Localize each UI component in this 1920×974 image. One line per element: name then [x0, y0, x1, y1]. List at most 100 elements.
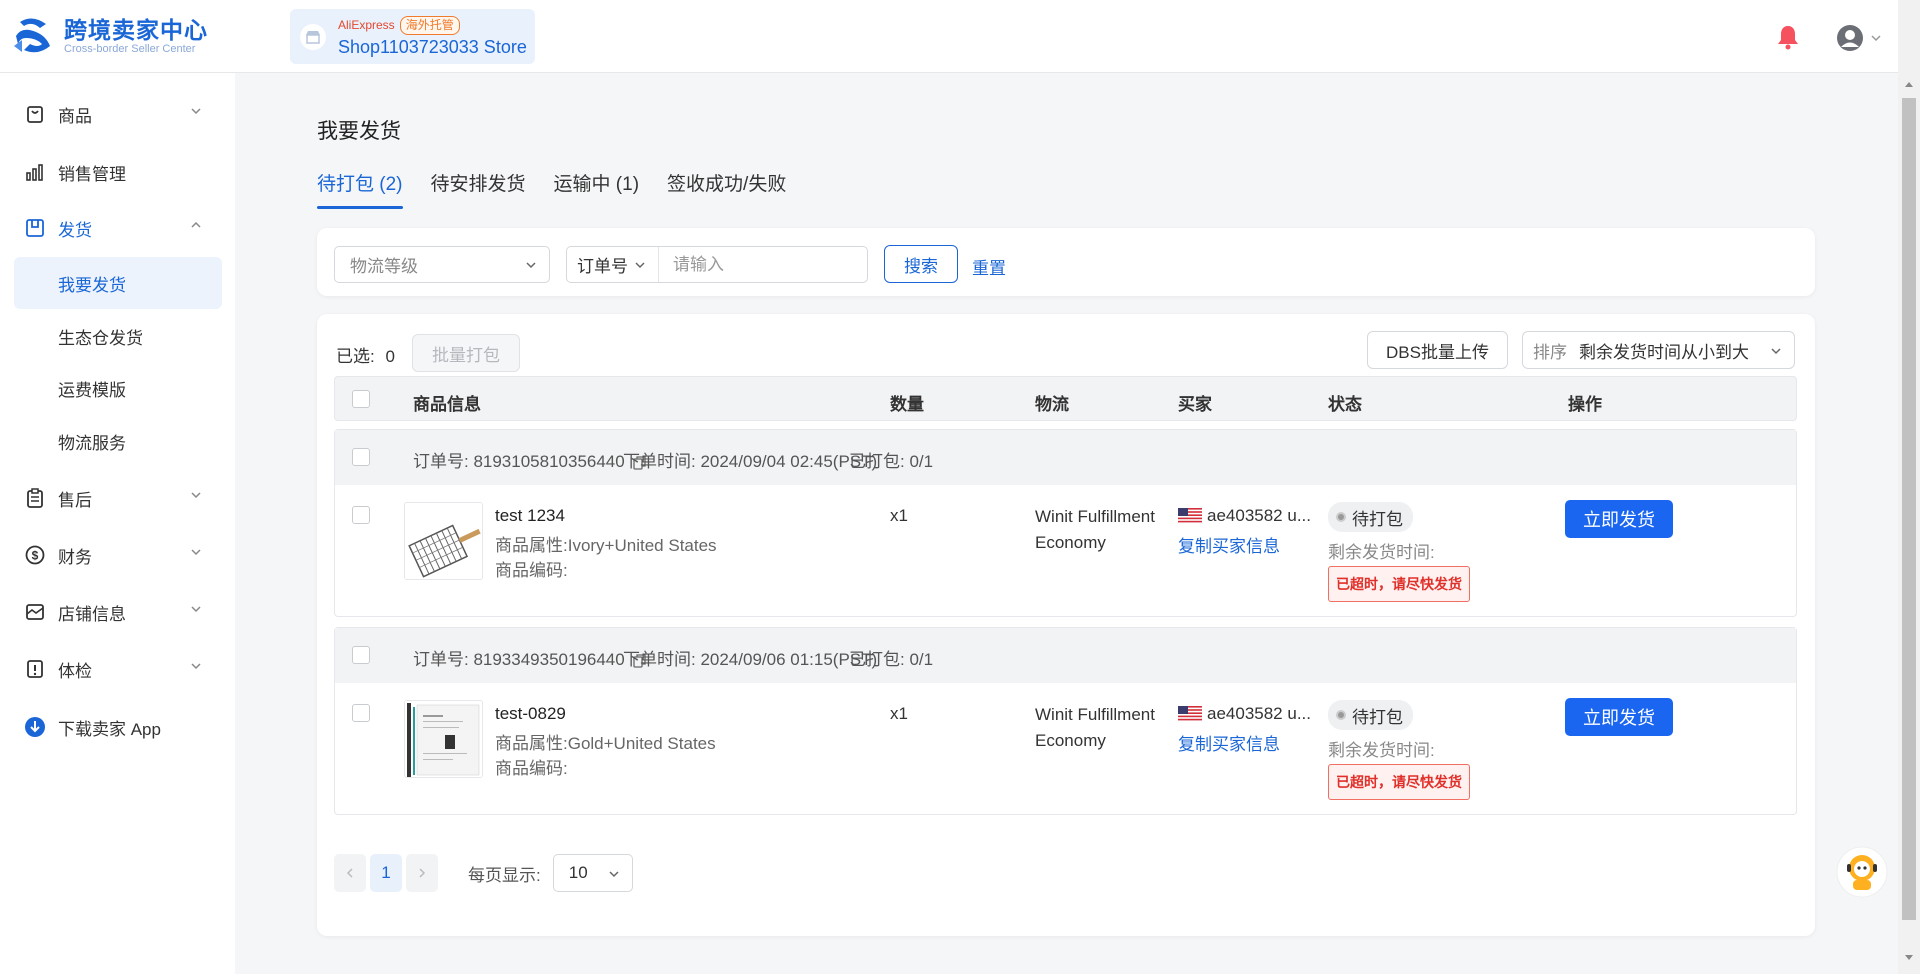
bag-icon [24, 103, 46, 125]
tab-in-transit[interactable]: 运输中 (1) [554, 169, 640, 209]
sidebar-item-label: 商品 [58, 106, 92, 126]
table-header: 商品信息 数量 物流 买家 状态 操作 [334, 376, 1797, 421]
store-icon [300, 23, 326, 50]
user-menu[interactable] [1836, 24, 1882, 52]
status-badge: 待打包 [1328, 502, 1413, 532]
product-code: 商品编码: [495, 561, 568, 580]
sidebar-item-sales[interactable]: 销售管理 [14, 147, 222, 197]
logistics-level-select[interactable]: 物流等级 [334, 246, 550, 283]
chevron-down-icon [1871, 35, 1881, 42]
store-name: Shop1103723033 Store [338, 36, 527, 57]
status-text: 待打包 [1352, 509, 1403, 529]
product-attributes: 商品属性:Ivory+United States [495, 536, 717, 555]
copy-buyer-info-link[interactable]: 复制买家信息 [1178, 532, 1280, 557]
sidebar-item-label: 售后 [58, 490, 92, 510]
product-name[interactable]: test-0829 [495, 704, 566, 724]
chevron-down-icon [526, 262, 536, 269]
column-header: 买家 [1178, 395, 1212, 414]
product-thumbnail[interactable] [404, 502, 483, 580]
buyer: ae403582 u... [1178, 506, 1311, 526]
product-name[interactable]: test 1234 [495, 506, 565, 526]
order-header: 订单号: 8193105810356440 下单时间: 2024/09/04 0… [335, 430, 1796, 485]
tab-delivered[interactable]: 签收成功/失败 [667, 169, 786, 209]
order-type-label: 订单号 [577, 257, 628, 276]
prev-page-button[interactable] [334, 854, 366, 892]
avatar-icon [1837, 25, 1863, 51]
sidebar-item-after-sales[interactable]: 售后 [14, 473, 222, 523]
ship-now-button[interactable]: 立即发货 [1565, 698, 1673, 736]
page-title: 我要发货 [317, 120, 401, 143]
chevron-up-icon [191, 221, 201, 228]
tabs: 待打包 (2) 待安排发货 运输中 (1) 签收成功/失败 [317, 169, 814, 209]
sidebar-item-shipping[interactable]: 发货 [14, 203, 222, 253]
notification-bell-icon[interactable] [1776, 24, 1800, 55]
order-number: 订单号: 8193105810356440 [413, 447, 647, 472]
sidebar-subitem-label: 我要发货 [58, 275, 126, 295]
logistics: Winit Fulfillment Economy [1035, 504, 1175, 556]
top-bar: 跨境卖家中心 Cross-border Seller Center AliExp… [0, 0, 1898, 73]
reset-button[interactable]: 重置 [972, 254, 1006, 279]
item-checkbox[interactable] [352, 506, 370, 524]
sort-prefix: 排序 [1533, 342, 1567, 362]
sidebar-item-health-check[interactable]: 体检 [14, 644, 222, 694]
page-scrollbar[interactable] [1898, 0, 1920, 974]
packed-count: 已打包: 0/1 [849, 650, 934, 669]
per-page-select[interactable]: 10 [552, 854, 633, 892]
svg-text:$: $ [32, 549, 39, 563]
batch-pack-button[interactable]: 批量打包 [412, 334, 520, 372]
sidebar-subitem-logistics-service[interactable]: 物流服务 [14, 415, 222, 467]
sort-select[interactable]: 排序 剩余发货时间从小到大 [1522, 331, 1795, 369]
main-content: 我要发货 待打包 (2) 待安排发货 运输中 (1) 签收成功/失败 物流等级 … [235, 73, 1898, 974]
chevron-down-icon [191, 108, 201, 115]
sidebar-item-label: 体检 [58, 661, 92, 681]
item-checkbox[interactable] [352, 704, 370, 722]
order-type-select[interactable]: 订单号 [567, 247, 659, 282]
sidebar-item-products[interactable]: 商品 [14, 89, 222, 139]
chevron-left-icon [346, 868, 353, 878]
order-list: 已选: 0 批量打包 DBS批量上传 排序 剩余发货时间从小到大 商品信息 数量… [317, 314, 1815, 936]
store-switcher[interactable]: AliExpress 海外托管 Shop1103723033 Store [290, 9, 535, 64]
sidebar-subitem-label: 生态仓发货 [58, 328, 143, 348]
sidebar-subitem-label: 运费模版 [58, 380, 126, 400]
quantity: x1 [890, 506, 908, 525]
column-header: 商品信息 [413, 395, 481, 414]
order-checkbox[interactable] [352, 448, 370, 466]
assistant-robot-icon[interactable] [1836, 846, 1888, 898]
sidebar-subitem-freight-template[interactable]: 运费模版 [14, 362, 222, 414]
select-all-checkbox[interactable] [352, 390, 370, 408]
page-number-button[interactable]: 1 [370, 854, 402, 892]
ship-now-button[interactable]: 立即发货 [1565, 500, 1673, 538]
next-page-button[interactable] [406, 854, 438, 892]
sidebar-subitem-ship-orders[interactable]: 我要发货 [14, 257, 222, 309]
status-dot-icon [1336, 710, 1346, 720]
sidebar-subitem-warehouse-shipping[interactable]: 生态仓发货 [14, 310, 222, 362]
overdue-warning: 已超时，请尽快发货 [1328, 764, 1470, 800]
order-number-input[interactable] [673, 254, 853, 275]
order-header: 订单号: 8193349350196440 下单时间: 2024/09/06 0… [335, 628, 1796, 683]
order-checkbox[interactable] [352, 646, 370, 664]
pagination: 1 每页显示: 10 [334, 854, 633, 892]
chevron-right-icon [419, 868, 426, 878]
logistics-tier: Economy [1035, 533, 1106, 552]
scroll-down-icon[interactable] [1904, 954, 1914, 962]
copy-buyer-info-link[interactable]: 复制买家信息 [1178, 730, 1280, 755]
buyer-name: ae403582 u... [1207, 704, 1311, 723]
scrollbar-thumb[interactable] [1902, 98, 1916, 920]
sort-value: 剩余发货时间从小到大 [1579, 342, 1749, 362]
tab-to-pack[interactable]: 待打包 (2) [317, 169, 403, 209]
sidebar-item-store-info[interactable]: 店铺信息 [14, 587, 222, 637]
logo[interactable]: 跨境卖家中心 Cross-border Seller Center [12, 16, 208, 56]
logo-subtitle: Cross-border Seller Center [64, 42, 196, 55]
sidebar-subitem-label: 物流服务 [58, 433, 126, 453]
per-page-label: 每页显示: [468, 865, 541, 885]
tab-to-arrange[interactable]: 待安排发货 [431, 169, 526, 209]
status-text: 待打包 [1352, 707, 1403, 727]
scroll-up-icon[interactable] [1904, 80, 1914, 88]
dbs-batch-upload-button[interactable]: DBS批量上传 [1367, 331, 1508, 369]
product-thumbnail[interactable] [404, 700, 483, 778]
logistics: Winit Fulfillment Economy [1035, 702, 1175, 754]
sidebar-item-finance[interactable]: $ 财务 [14, 530, 222, 580]
search-button[interactable]: 搜索 [884, 245, 958, 283]
sidebar-item-download-app[interactable]: 下载卖家 App [14, 702, 222, 752]
alert-icon [24, 658, 46, 680]
